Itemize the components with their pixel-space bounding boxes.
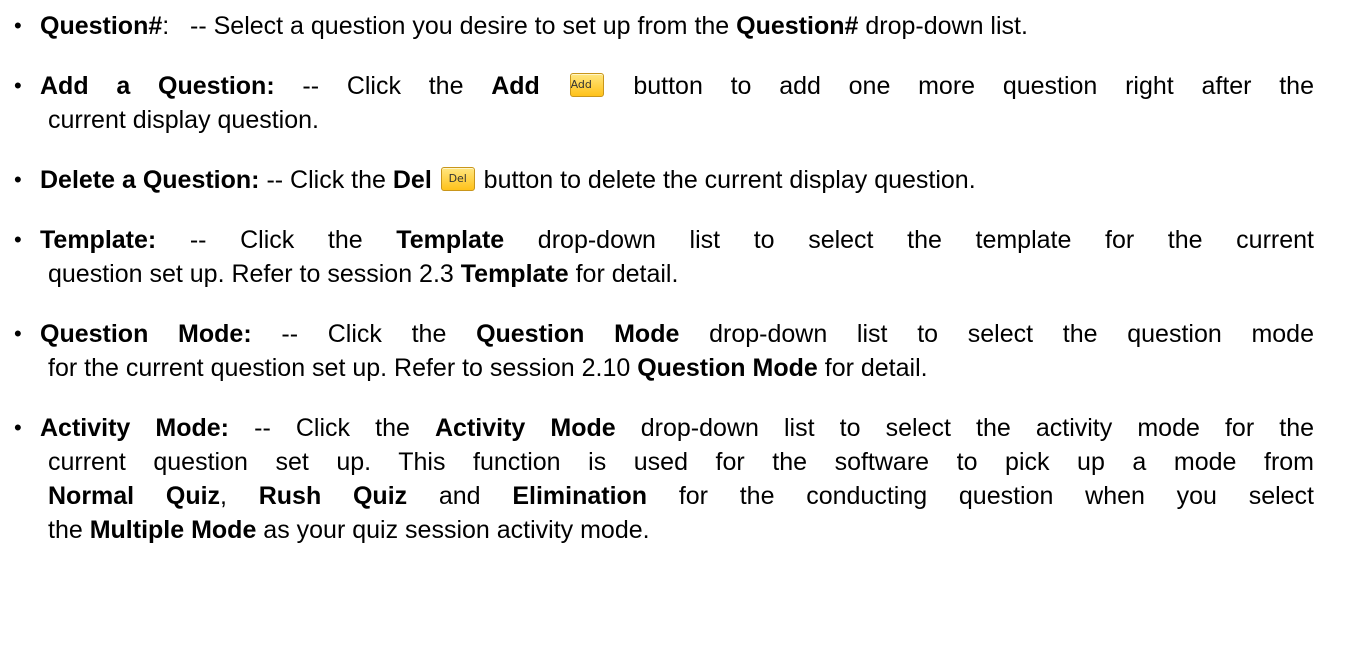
item-line: Normal Quiz, Rush Quiz and Elimination f… bbox=[14, 479, 1314, 513]
bullet-item-template: • Template: -- Click the Template drop-d… bbox=[14, 223, 1314, 291]
item-line: Question Mode: -- Click the Question Mod… bbox=[14, 317, 1314, 351]
item-line: Question#: -- Select a question you desi… bbox=[14, 9, 1314, 43]
bullet-icon: • bbox=[14, 321, 22, 346]
item-line: Add a Question: -- Click the Add Add but… bbox=[14, 69, 1314, 103]
item-line: Activity Mode: -- Click the Activity Mod… bbox=[14, 411, 1314, 445]
term: Template: bbox=[40, 226, 157, 254]
text: for the current question set up. Refer t… bbox=[48, 354, 638, 382]
text: -- Click the bbox=[259, 166, 393, 194]
text: for detail. bbox=[817, 354, 928, 382]
text: : -- Select a question you desire to set… bbox=[162, 12, 737, 40]
text: question set up. Refer to session 2.3 bbox=[48, 260, 461, 288]
bullet-icon: • bbox=[14, 73, 22, 98]
bullet-icon: • bbox=[14, 13, 22, 38]
del-button[interactable]: Del bbox=[440, 167, 475, 191]
bold-text: Add bbox=[491, 72, 540, 100]
text: button to add one more question right af… bbox=[605, 72, 1314, 100]
text: for detail. bbox=[568, 260, 679, 288]
term: Question# bbox=[40, 12, 163, 40]
text: the bbox=[48, 516, 90, 544]
bold-text: Elimination bbox=[512, 482, 648, 510]
bullet-item-question-mode: • Question Mode: -- Click the Question M… bbox=[14, 317, 1314, 385]
term: Question Mode: bbox=[40, 320, 252, 348]
text: button to delete the current display que… bbox=[476, 166, 976, 194]
text: drop-down list to select the question mo… bbox=[679, 320, 1314, 348]
bullet-icon: • bbox=[14, 227, 22, 252]
text: drop-down list to select the activity mo… bbox=[615, 414, 1315, 442]
bullet-item-add-question: • Add a Question: -- Click the Add Add b… bbox=[14, 69, 1314, 137]
text: , bbox=[220, 482, 259, 510]
text: as your quiz session activity mode. bbox=[256, 516, 650, 544]
text: -- Click the bbox=[229, 414, 435, 442]
bullet-item-delete-question: • Delete a Question: -- Click the Del De… bbox=[14, 163, 1314, 197]
bullet-item-question-number: • Question#: -- Select a question you de… bbox=[14, 9, 1314, 43]
item-line: Template: -- Click the Template drop-dow… bbox=[14, 223, 1314, 257]
text: -- Click the bbox=[156, 226, 397, 254]
term: Delete a Question: bbox=[40, 166, 260, 194]
bold-text: Question Mode bbox=[476, 320, 680, 348]
add-button[interactable]: Add bbox=[569, 73, 604, 97]
item-line: Delete a Question: -- Click the Del Del … bbox=[14, 163, 1314, 197]
text: drop-down list to select the template fo… bbox=[504, 226, 1314, 254]
bold-text: Activity Mode bbox=[434, 414, 616, 442]
bullet-icon: • bbox=[14, 167, 22, 192]
term: Activity Mode: bbox=[40, 414, 230, 442]
text: -- Click the bbox=[251, 320, 477, 348]
item-line: question set up. Refer to session 2.3 Te… bbox=[14, 257, 1314, 291]
bullet-item-activity-mode: • Activity Mode: -- Click the Activity M… bbox=[14, 411, 1314, 547]
text: and bbox=[407, 482, 513, 510]
bold-text: Normal Quiz bbox=[48, 482, 221, 510]
bullet-icon: • bbox=[14, 415, 22, 440]
text: for the conducting question when you sel… bbox=[647, 482, 1315, 510]
bold-text: Template bbox=[396, 226, 505, 254]
bold-text: Question# bbox=[736, 12, 859, 40]
item-line: current question set up. This function i… bbox=[48, 448, 1314, 476]
bold-text: Rush Quiz bbox=[258, 482, 408, 510]
text: -- Click the bbox=[274, 72, 492, 100]
text: drop-down list. bbox=[858, 12, 1028, 40]
bold-text: Template bbox=[460, 260, 569, 288]
bold-text: Question Mode bbox=[637, 354, 818, 382]
item-line: for the current question set up. Refer t… bbox=[14, 351, 1314, 385]
document-page: • Question#: -- Select a question you de… bbox=[0, 0, 1349, 665]
bold-text: Multiple Mode bbox=[89, 516, 257, 544]
term: Add a Question: bbox=[40, 72, 275, 100]
item-line: current display question. bbox=[48, 106, 319, 134]
item-line: the Multiple Mode as your quiz session a… bbox=[14, 513, 1314, 547]
bold-text: Del bbox=[392, 166, 432, 194]
